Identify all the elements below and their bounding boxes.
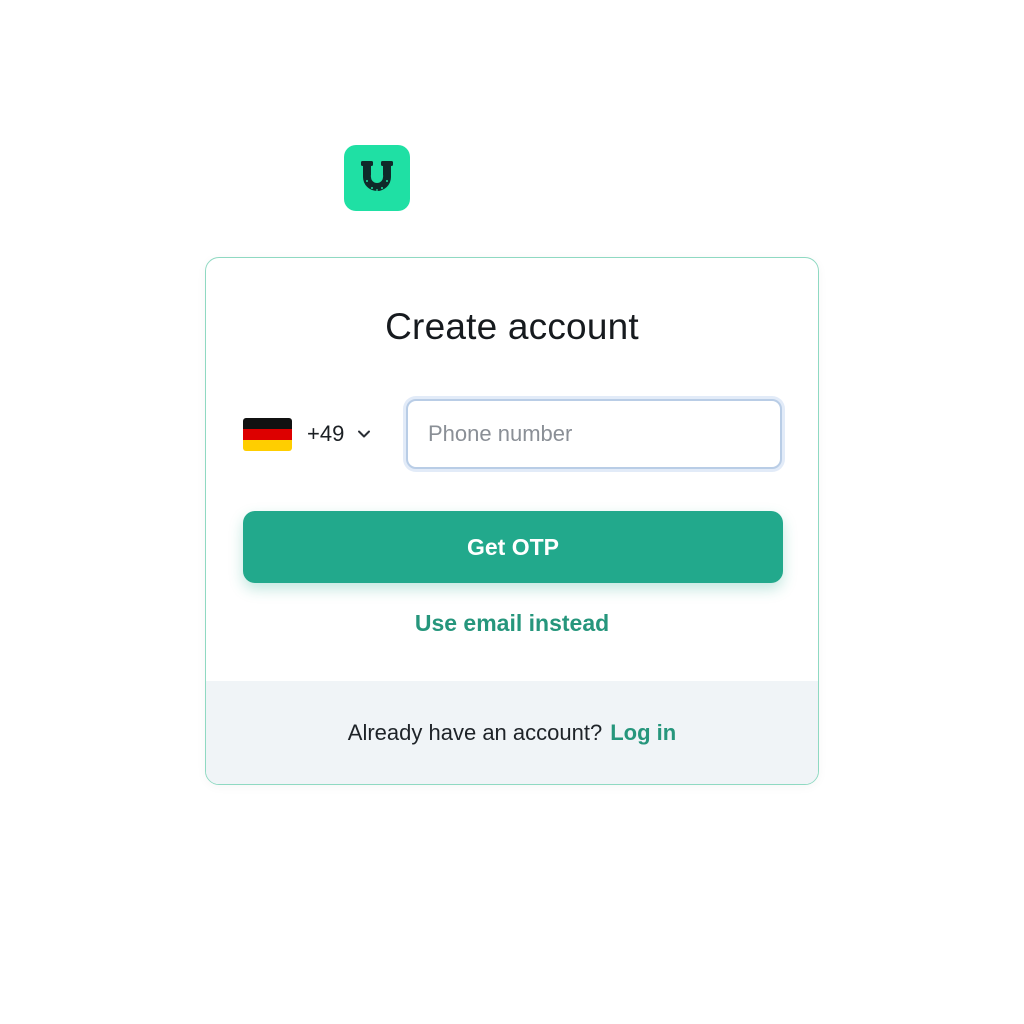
phone-number-input[interactable] [406,399,782,469]
use-email-link[interactable]: Use email instead [206,610,818,637]
horseshoe-icon [361,161,393,191]
chevron-down-icon [358,430,371,438]
login-prompt: Already have an account? [347,719,603,745]
page-title: Create account [385,306,639,347]
card-footer: Already have an account? Log in [206,681,818,784]
signup-card: Create account +49 Get OTP Use email ins… [205,257,819,785]
country-code-selector[interactable]: +49 [243,414,372,454]
germany-flag-icon [243,417,292,451]
get-otp-button[interactable]: Get OTP [243,511,783,583]
login-link[interactable]: Log in [610,720,676,746]
dial-code: +49 [307,421,345,446]
app-logo [344,145,410,211]
